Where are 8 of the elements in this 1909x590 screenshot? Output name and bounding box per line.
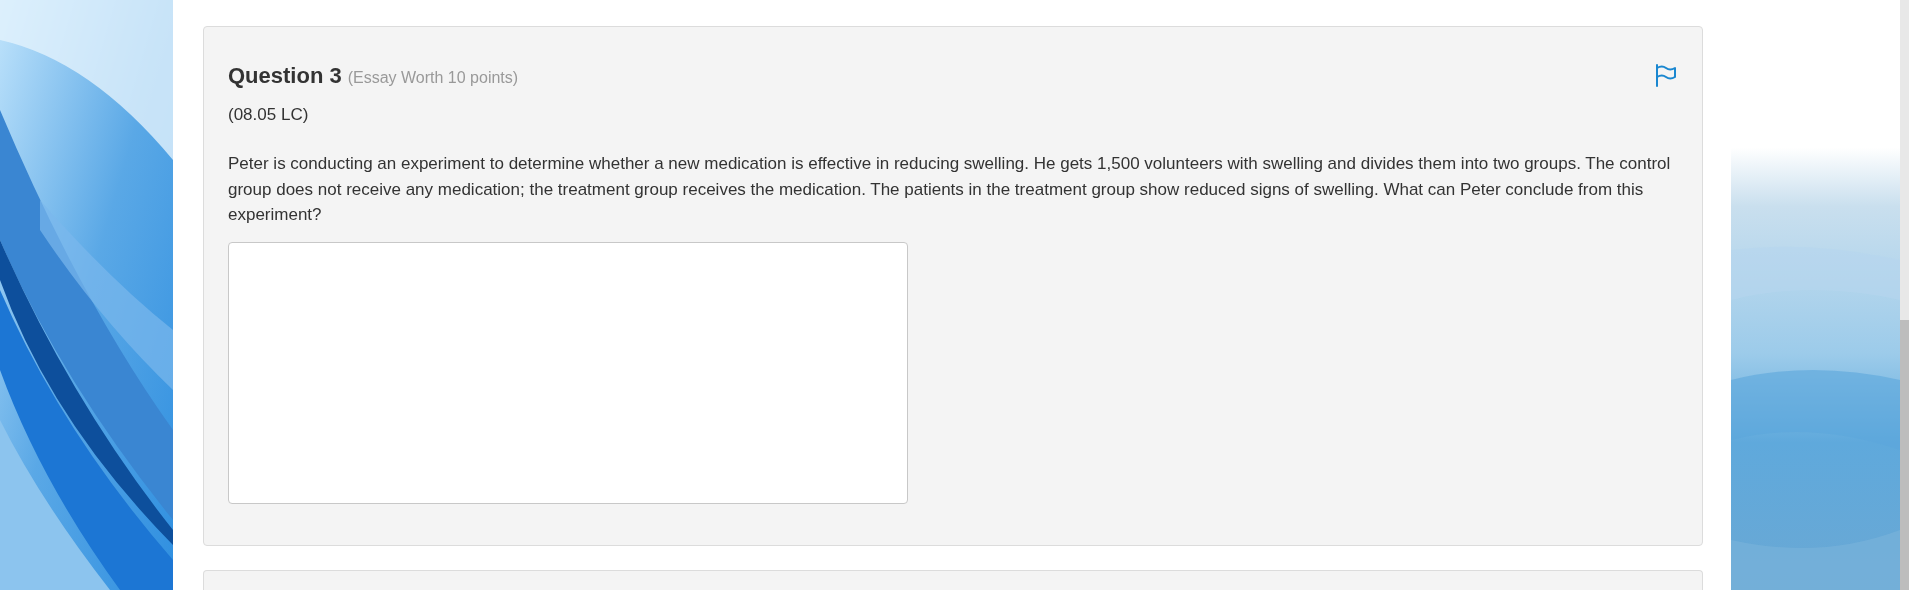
answer-box[interactable] xyxy=(228,241,908,504)
scrollbar[interactable] xyxy=(1900,0,1909,590)
scrollbar-thumb[interactable] xyxy=(1900,320,1909,590)
question-worth: (Essay Worth 10 points) xyxy=(347,69,519,87)
question-code: (08.05 LC) xyxy=(228,105,310,125)
question-text: Peter is conducting an experiment to determine whether a new medication is effective in reducing swelling. He gets 1,500 volunteers with swelling and divides them into two groups. The control group does not receive any medication; the treatment group receives the medication. The patients in the treatment group show reduced signs of swelling. What can Peter conclude from this experiment? xyxy=(228,153,1672,226)
flag-icon[interactable] xyxy=(1654,63,1678,87)
question-title: Question 3 xyxy=(228,63,342,89)
